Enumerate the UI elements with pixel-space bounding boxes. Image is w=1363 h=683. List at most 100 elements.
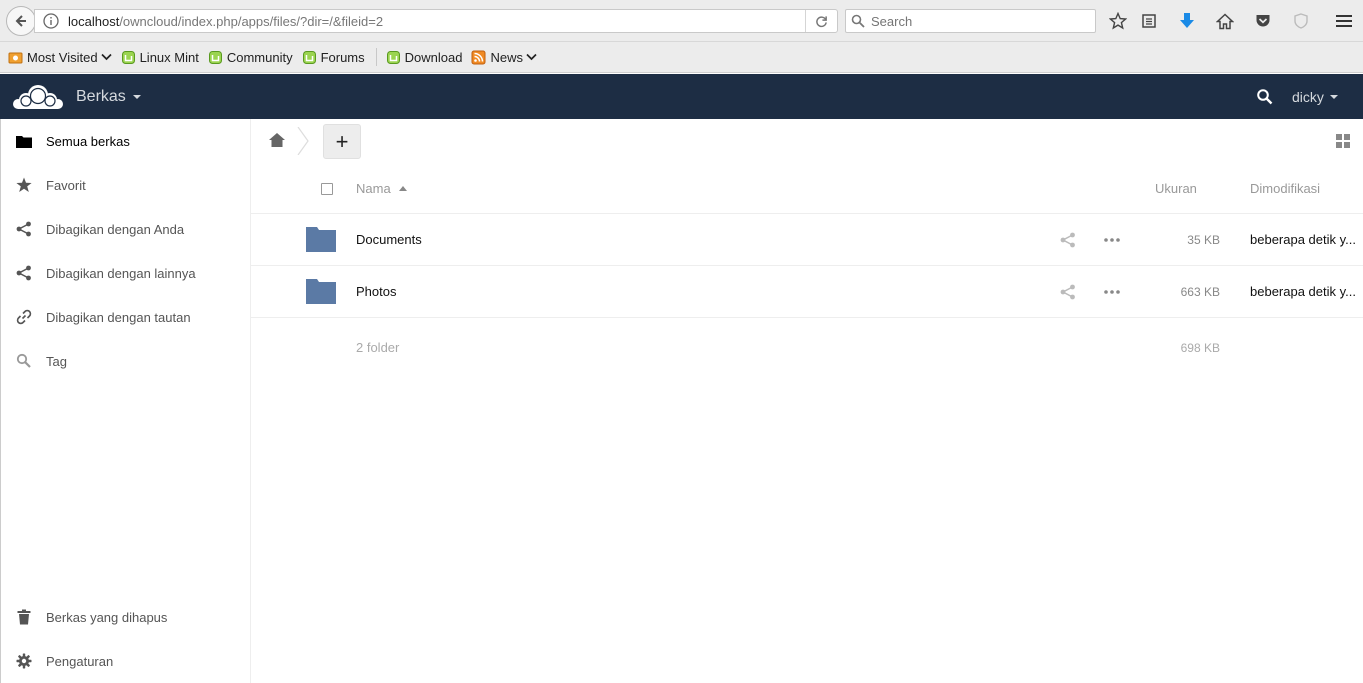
most-visited-icon xyxy=(8,52,23,63)
tag-search-icon xyxy=(16,353,32,369)
chevron-down-icon xyxy=(100,53,112,61)
sidebar-item-label: Favorit xyxy=(46,177,86,193)
bookmark-linux-mint[interactable]: Linux Mint xyxy=(121,50,199,65)
folder-icon xyxy=(306,227,336,252)
back-button[interactable] xyxy=(6,6,36,36)
sidebar-item-label: Tag xyxy=(46,353,67,369)
new-file-button[interactable]: + xyxy=(323,124,361,159)
share-icon xyxy=(16,221,32,237)
chevron-down-icon xyxy=(526,53,537,61)
file-size: 35 KB xyxy=(1187,233,1220,247)
sidebar-item-shared-with-others[interactable]: Dibagikan dengan lainnya xyxy=(1,251,251,295)
mint-icon xyxy=(302,50,316,64)
browser-menu-button[interactable] xyxy=(1333,10,1355,32)
file-size: 663 KB xyxy=(1180,285,1220,299)
sidebar-item-shared-by-link[interactable]: Dibagikan dengan tautan xyxy=(1,295,251,339)
downloads-button[interactable] xyxy=(1176,10,1198,32)
breadcrumb-separator xyxy=(297,127,309,155)
file-list-header: Nama Ukuran Dimodifikasi xyxy=(251,166,1363,214)
download-arrow-icon xyxy=(1180,13,1194,28)
browser-search-input[interactable] xyxy=(871,13,1091,29)
browser-toolbar: localhost/owncloud/index.php/apps/files/… xyxy=(0,0,1363,42)
pocket-button[interactable] xyxy=(1252,10,1274,32)
mint-icon xyxy=(121,50,135,64)
owncloud-logo-icon[interactable] xyxy=(12,83,64,111)
share-icon[interactable] xyxy=(1060,284,1076,300)
sidebar-item-tags[interactable]: Tag xyxy=(1,339,251,383)
file-modified: beberapa detik y... xyxy=(1250,232,1356,247)
link-icon xyxy=(16,309,32,325)
home-icon[interactable] xyxy=(268,132,286,148)
caret-down-icon xyxy=(1329,95,1338,99)
star-outline-icon xyxy=(1109,12,1127,30)
select-all-checkbox[interactable] xyxy=(321,183,333,195)
gear-icon xyxy=(16,653,32,669)
reload-button[interactable] xyxy=(805,10,837,32)
pocket-icon xyxy=(1256,15,1270,27)
browser-search-bar[interactable] xyxy=(845,9,1096,33)
more-actions-icon[interactable] xyxy=(1103,284,1121,300)
share-icon xyxy=(16,265,32,281)
files-content: + Nama Ukuran Dimodifikasi Documents 35 … xyxy=(251,119,1363,683)
rss-icon xyxy=(471,50,486,64)
sidebar-item-label: Pengaturan xyxy=(46,653,114,669)
sidebar-item-label: Dibagikan dengan lainnya xyxy=(46,265,196,281)
file-modified: beberapa detik y... xyxy=(1250,284,1356,299)
url-text: localhost/owncloud/index.php/apps/files/… xyxy=(68,13,384,29)
hamburger-menu-icon xyxy=(1336,15,1352,27)
mint-icon xyxy=(208,50,222,64)
file-row-documents[interactable]: Documents 35 KB beberapa detik y... xyxy=(251,214,1363,266)
app-header: Berkas dicky xyxy=(0,74,1363,119)
sidebar-item-label: Dibagikan dengan tautan xyxy=(46,309,191,325)
bookmark-star-button[interactable] xyxy=(1107,10,1129,32)
sidebar-item-label: Berkas yang dihapus xyxy=(46,609,168,625)
app-switcher-menu[interactable]: Berkas xyxy=(76,88,141,106)
search-icon[interactable] xyxy=(1256,88,1274,106)
bookmarks-toolbar: Most Visited Linux Mint Community Forums… xyxy=(0,42,1363,73)
star-icon xyxy=(16,177,32,193)
sidebar-item-shared-with-you[interactable]: Dibagikan dengan Anda xyxy=(1,207,251,251)
share-icon[interactable] xyxy=(1060,232,1076,248)
bookmark-download[interactable]: Download xyxy=(386,50,462,65)
bookmark-separator xyxy=(375,48,377,66)
file-name[interactable]: Documents xyxy=(356,232,422,247)
bookmark-forums[interactable]: Forums xyxy=(302,50,365,65)
app-navigation-sidebar: Semua berkas Favorit Dibagikan dengan An… xyxy=(0,119,251,683)
clipboard-icon xyxy=(1142,14,1156,28)
search-icon xyxy=(851,14,865,28)
folder-icon xyxy=(16,133,32,149)
bookmark-most-visited[interactable]: Most Visited xyxy=(8,50,112,65)
sidebar-item-label: Dibagikan dengan Anda xyxy=(46,221,185,237)
bookmark-news[interactable]: News xyxy=(471,50,537,65)
grid-view-icon[interactable] xyxy=(1336,134,1350,148)
reading-list-button[interactable] xyxy=(1138,10,1160,32)
more-actions-icon[interactable] xyxy=(1103,232,1121,248)
mint-icon xyxy=(386,50,400,64)
trash-icon xyxy=(16,609,32,625)
summary-folder-count: 2 folder xyxy=(356,340,400,355)
column-header-size[interactable]: Ukuran xyxy=(1155,181,1197,196)
sidebar-item-label: Semua berkas xyxy=(46,133,130,149)
sidebar-item-all-files[interactable]: Semua berkas xyxy=(1,119,251,163)
column-header-modified[interactable]: Dimodifikasi xyxy=(1250,181,1320,196)
file-row-photos[interactable]: Photos 663 KB beberapa detik y... xyxy=(251,266,1363,318)
file-name[interactable]: Photos xyxy=(356,284,396,299)
folder-icon xyxy=(306,279,336,304)
home-button[interactable] xyxy=(1214,10,1236,32)
back-arrow-icon xyxy=(15,15,26,27)
sidebar-item-favorites[interactable]: Favorit xyxy=(1,163,251,207)
user-menu[interactable]: dicky xyxy=(1292,89,1338,105)
column-header-name[interactable]: Nama xyxy=(356,181,407,196)
caret-down-icon xyxy=(132,95,141,99)
home-icon xyxy=(1216,12,1234,29)
sidebar-item-deleted-files[interactable]: Berkas yang dihapus xyxy=(1,595,251,639)
summary-total-size: 698 KB xyxy=(1180,341,1220,355)
info-icon[interactable] xyxy=(42,12,60,30)
sidebar-item-settings[interactable]: Pengaturan xyxy=(1,639,251,683)
sort-ascending-icon xyxy=(398,186,407,191)
shield-icon xyxy=(1294,13,1308,29)
bookmark-community[interactable]: Community xyxy=(208,50,293,65)
url-bar[interactable]: localhost/owncloud/index.php/apps/files/… xyxy=(34,9,838,33)
shield-addon-button[interactable] xyxy=(1290,10,1312,32)
reload-icon xyxy=(816,15,827,27)
